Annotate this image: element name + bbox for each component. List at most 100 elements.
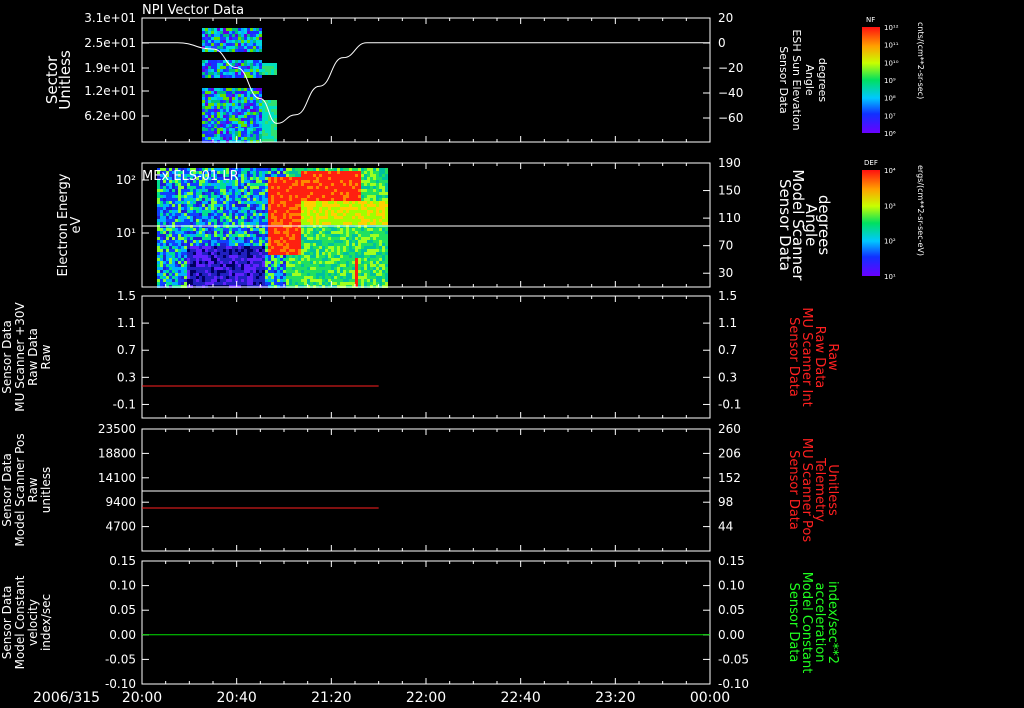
axis-title-right: Sensor Data xyxy=(786,583,801,663)
els-cell xyxy=(367,183,370,186)
els-cell xyxy=(355,177,358,180)
els-cell xyxy=(244,207,247,210)
els-cell xyxy=(325,195,328,198)
els-cell xyxy=(214,222,217,225)
axis-title-right: Angle xyxy=(803,64,816,96)
els-cell xyxy=(301,282,304,285)
els-cell xyxy=(322,177,325,180)
els-cell xyxy=(220,198,223,201)
els-cell xyxy=(325,228,328,231)
npi-cell xyxy=(274,109,277,112)
npi-cell xyxy=(244,49,247,52)
els-cell xyxy=(247,270,250,273)
els-cell xyxy=(310,264,313,267)
els-cell xyxy=(247,243,250,246)
els-cell xyxy=(229,222,232,225)
els-cell xyxy=(229,246,232,249)
npi-cell xyxy=(259,40,262,43)
els-cell xyxy=(289,255,292,258)
npi-cell xyxy=(214,109,217,112)
npi-cell xyxy=(205,112,208,115)
els-cell xyxy=(193,231,196,234)
els-cell xyxy=(244,198,247,201)
els-cell xyxy=(262,198,265,201)
els-cell xyxy=(232,249,235,252)
els-cell xyxy=(316,270,319,273)
npi-cell xyxy=(211,69,214,72)
els-cell xyxy=(196,267,199,270)
els-cell xyxy=(349,282,352,285)
els-cell xyxy=(328,219,331,222)
els-cell xyxy=(358,273,361,276)
npi-cell xyxy=(202,34,205,37)
els-cell xyxy=(229,213,232,216)
els-cell xyxy=(301,174,304,177)
els-cell xyxy=(268,279,271,282)
els-cell xyxy=(298,207,301,210)
els-cell xyxy=(205,219,208,222)
els-cell xyxy=(238,246,241,249)
els-cell xyxy=(217,279,220,282)
els-cell xyxy=(310,171,313,174)
npi-cell xyxy=(250,66,253,69)
els-cell xyxy=(379,174,382,177)
els-cell xyxy=(244,177,247,180)
axis-title-right: acceleration xyxy=(812,582,827,662)
els-cell xyxy=(304,222,307,225)
els-cell xyxy=(328,192,331,195)
els-cell xyxy=(157,270,160,273)
els-cell xyxy=(385,249,388,252)
els-cell xyxy=(295,186,298,189)
els-cell xyxy=(235,237,238,240)
els-cell xyxy=(214,255,217,258)
els-cell xyxy=(283,174,286,177)
els-cell xyxy=(331,216,334,219)
els-cell xyxy=(295,273,298,276)
npi-cell xyxy=(238,131,241,134)
els-cell xyxy=(385,243,388,246)
npi-cell xyxy=(274,136,277,139)
els-cell xyxy=(199,222,202,225)
els-cell xyxy=(289,246,292,249)
els-cell xyxy=(277,186,280,189)
els-cell xyxy=(379,231,382,234)
els-cell xyxy=(241,195,244,198)
els-cell xyxy=(214,201,217,204)
els-cell xyxy=(310,174,313,177)
els-cell xyxy=(316,183,319,186)
els-cell xyxy=(304,174,307,177)
els-cell xyxy=(274,168,277,171)
els-cell xyxy=(310,183,313,186)
npi-cell xyxy=(223,100,226,103)
npi-cell xyxy=(226,31,229,34)
els-cell xyxy=(250,192,253,195)
npi-cell xyxy=(235,124,238,127)
npi-cell xyxy=(238,124,241,127)
npi-cell xyxy=(217,91,220,94)
els-cell xyxy=(313,264,316,267)
els-cell xyxy=(214,207,217,210)
els-cell xyxy=(319,219,322,222)
els-cell xyxy=(310,195,313,198)
npi-cell xyxy=(205,134,208,137)
els-cell xyxy=(370,189,373,192)
els-cell xyxy=(214,279,217,282)
els-cell xyxy=(271,213,274,216)
els-cell xyxy=(352,213,355,216)
npi-cell xyxy=(247,66,250,69)
els-cell xyxy=(241,276,244,279)
els-cell xyxy=(355,240,358,243)
els-cell xyxy=(241,174,244,177)
els-cell xyxy=(301,228,304,231)
npi-cell xyxy=(217,115,220,118)
els-cell xyxy=(199,198,202,201)
els-cell xyxy=(208,216,211,219)
els-cell xyxy=(295,279,298,282)
els-cell xyxy=(169,246,172,249)
els-cell xyxy=(280,249,283,252)
els-cell xyxy=(352,267,355,270)
npi-cell xyxy=(217,131,220,134)
els-cell xyxy=(340,174,343,177)
els-cell xyxy=(373,273,376,276)
els-cell xyxy=(325,279,328,282)
